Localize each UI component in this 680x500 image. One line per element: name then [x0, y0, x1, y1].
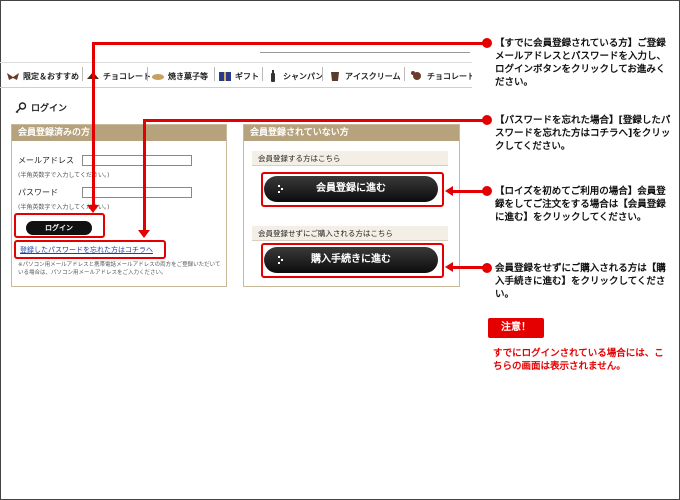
key-icon — [15, 101, 27, 113]
nav-divider — [147, 67, 148, 81]
champagne-icon — [271, 70, 275, 82]
connector-line — [92, 42, 490, 45]
connector-line — [143, 119, 146, 232]
forgot-link-highlight — [14, 240, 166, 259]
callout-forgot: 【パスワードを忘れた場合】[登録したパスワードを忘れた方はコチラへ]をクリックし… — [482, 114, 673, 153]
email-label: メールアドレス — [18, 156, 74, 165]
bullet-dot — [482, 263, 492, 273]
gift-ribbon-icon — [7, 73, 19, 80]
warning-badge: 注意！ — [488, 318, 544, 338]
bullet-dot — [482, 115, 492, 125]
nav-divider — [82, 67, 83, 81]
nav-divider — [214, 67, 215, 81]
nav-divider — [404, 67, 405, 81]
connector-line — [92, 42, 95, 209]
member-login-panel: 会員登録済みの方 メールアドレス (半角英数字で入力してください。) パスワード… — [11, 124, 227, 287]
nav-item-gift[interactable]: ギフト — [218, 67, 259, 85]
category-nav: 限定＆おすすめ チョコレート 焼き菓子等 ギフト シャンパン アイスクリーム チ… — [0, 63, 472, 88]
login-button-highlight — [14, 213, 105, 238]
guest-heading: 会員登録せずにご購入される方はこちら — [252, 226, 448, 241]
nav-item-chocolate-world[interactable]: チョコレートワー — [410, 67, 472, 85]
callout-guest-text: 会員登録をせずにご購入される方は【購入手続きに進む】をクリックしてください。 — [495, 263, 666, 300]
login-title: ログイン — [31, 104, 68, 114]
connector-line — [143, 119, 490, 122]
callout-member: 【すでに会員登録されている方】ご登録メールアドレスとパスワードを入力し、ログイン… — [482, 37, 673, 89]
bullet-dot — [482, 186, 492, 196]
login-heading: ログイン — [15, 101, 67, 114]
nav-item-label: チョコレート — [103, 71, 151, 81]
warning-text: すでにログインされている場合には、こちらの画面は表示されません。 — [493, 348, 664, 372]
nav-divider — [322, 67, 323, 81]
arrow-head — [138, 230, 150, 238]
nav-item-label: チョコレートワー — [427, 71, 472, 81]
nav-divider — [262, 67, 263, 81]
nav-item-label: 限定＆おすすめ — [23, 71, 79, 81]
search-bar-edge — [260, 52, 470, 63]
baked-sweets-icon — [152, 74, 164, 80]
nav-item-label: アイスクリーム — [345, 71, 401, 81]
nav-item-label: シャンパン — [283, 71, 324, 81]
bullet-dot — [482, 38, 492, 48]
password-field[interactable] — [82, 187, 192, 198]
chocolate-world-icon — [411, 71, 421, 80]
callout-member-text: 【すでに会員登録されている方】ご登録メールアドレスとパスワードを入力し、ログイン… — [495, 38, 667, 88]
email-field[interactable] — [82, 155, 192, 166]
nav-item-chocolate[interactable]: チョコレート — [86, 67, 151, 85]
email-hint: (半角英数字で入力してください。) — [18, 172, 110, 179]
guest-panel-title: 会員登録されていない方 — [244, 125, 459, 141]
callout-register-text: 【ロイズを初めてご利用の場合】会員登録をしてご注文をする場合は【会員登録に進む】… — [495, 186, 666, 223]
nav-item-icecream[interactable]: アイスクリーム — [328, 67, 401, 85]
nav-item-champagne[interactable]: シャンパン — [266, 67, 323, 85]
nav-item-label: 焼き菓子等 — [168, 71, 208, 81]
password-label: パスワード — [18, 188, 58, 197]
guest-button-highlight — [261, 243, 444, 278]
nav-item-label: ギフト — [235, 71, 259, 81]
register-heading: 会員登録する方はこちら — [252, 151, 448, 166]
callout-guest: 会員登録をせずにご購入される方は【購入手続きに進む】をクリックしてください。 — [482, 262, 669, 301]
ice-cream-icon — [331, 72, 339, 81]
member-panel-title: 会員登録済みの方 — [12, 125, 226, 141]
gift-box-icon — [219, 72, 231, 81]
callout-forgot-text: 【パスワードを忘れた場合】[登録したパスワードを忘れた方はコチラへ]をクリックし… — [495, 115, 671, 152]
nav-item-limited[interactable]: 限定＆おすすめ — [6, 67, 79, 85]
login-note: ※パソコン用メールアドレスと携帯電話メールアドレスの両方をご登録いただいている場… — [18, 262, 221, 276]
arrow-head — [445, 262, 453, 272]
arrow-head — [87, 205, 99, 213]
arrow-head — [445, 186, 453, 196]
register-button-highlight — [261, 172, 444, 207]
callout-register: 【ロイズを初めてご利用の場合】会員登録をしてご注文をする場合は【会員登録に進む】… — [482, 185, 673, 224]
nav-item-baked[interactable]: 焼き菓子等 — [151, 67, 208, 85]
